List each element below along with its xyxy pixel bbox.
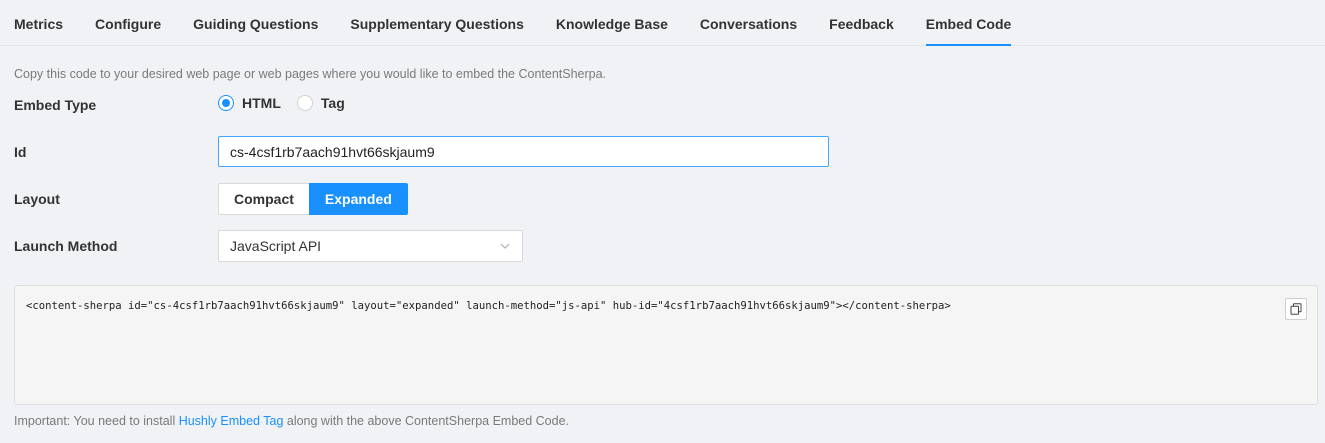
layout-expanded-button[interactable]: Expanded: [308, 183, 408, 215]
id-label: Id: [14, 144, 27, 160]
tab-knowledge-base[interactable]: Knowledge Base: [556, 0, 668, 45]
tab-feedback[interactable]: Feedback: [829, 0, 894, 45]
copy-icon: [1290, 303, 1302, 315]
layout-label: Layout: [14, 191, 60, 207]
launch-method-select[interactable]: JavaScript API: [218, 230, 523, 262]
radio-checked-icon[interactable]: [218, 95, 234, 111]
note-suffix: along with the above ContentSherpa Embed…: [283, 414, 569, 428]
radio-unchecked-icon[interactable]: [296, 95, 313, 111]
page-description: Copy this code to your desired web page …: [14, 67, 607, 81]
radio-label-tag: Tag: [320, 95, 345, 111]
install-note: Important: You need to install Hushly Em…: [14, 414, 569, 428]
layout-compact-button[interactable]: Compact: [218, 183, 309, 215]
tab-supplementary-questions[interactable]: Supplementary Questions: [350, 0, 523, 45]
hushly-embed-tag-link[interactable]: Hushly Embed Tag: [179, 414, 284, 428]
radio-label-html: HTML: [242, 95, 281, 111]
layout-toggle: Compact Expanded: [218, 183, 408, 215]
tab-embed-code[interactable]: Embed Code: [925, 0, 1011, 46]
tab-metrics[interactable]: Metrics: [14, 0, 63, 45]
embed-type-html-radio[interactable]: HTML: [218, 95, 281, 111]
launch-method-label: Launch Method: [14, 238, 118, 254]
launch-method-value: JavaScript API: [230, 238, 322, 254]
embed-code-text: <content-sherpa id="cs-4csf1rb7aach91hvt…: [26, 300, 951, 312]
tab-configure[interactable]: Configure: [95, 0, 161, 45]
embed-code-block[interactable]: <content-sherpa id="cs-4csf1rb7aach91hvt…: [14, 285, 1318, 405]
chevron-down-icon: [500, 243, 510, 249]
tab-conversations[interactable]: Conversations: [700, 0, 797, 45]
tab-bar: Metrics Configure Guiding Questions Supp…: [0, 0, 1325, 46]
tab-guiding-questions[interactable]: Guiding Questions: [193, 0, 318, 45]
id-input[interactable]: [218, 136, 829, 167]
note-prefix: Important: You need to install: [14, 414, 179, 428]
copy-button[interactable]: [1285, 298, 1307, 320]
embed-type-tag-radio[interactable]: Tag: [296, 95, 345, 111]
embed-type-radio-group: HTML Tag: [218, 95, 345, 111]
embed-type-label: Embed Type: [14, 97, 97, 113]
